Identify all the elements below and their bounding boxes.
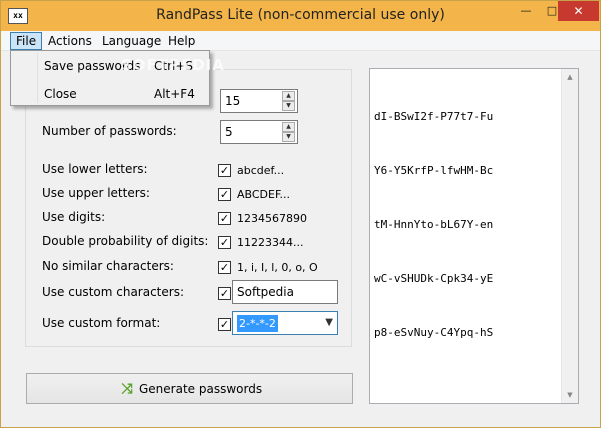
custom-chars-input[interactable]: Softpedia	[232, 280, 338, 304]
no-similar-checkbox[interactable]: ✓	[218, 261, 231, 274]
password-line: tM-HnnYto-bL67Y-en	[374, 218, 494, 231]
length-up-button[interactable]: ▲	[282, 91, 295, 101]
count-label: Number of passwords:	[42, 124, 177, 138]
generate-button-label: Generate passwords	[139, 382, 263, 396]
close-label: Close	[44, 87, 77, 101]
length-spinner[interactable]: 15 ▲ ▼	[220, 89, 298, 113]
menu-file[interactable]: File	[10, 32, 43, 50]
menu-item-close[interactable]: Close Alt+F4	[12, 83, 208, 105]
title-bar[interactable]: xx RandPass Lite (non-commercial use onl…	[1, 1, 600, 31]
digits-checkbox[interactable]: ✓	[218, 212, 231, 225]
count-up-button[interactable]: ▲	[282, 122, 295, 132]
close-button[interactable]: ✕	[558, 1, 599, 21]
count-down-button[interactable]: ▼	[282, 132, 295, 142]
password-line: Y6-Y5KrfP-lfwHM-Bc	[374, 164, 494, 177]
window-title: RandPass Lite (non-commercial use only)	[156, 7, 445, 23]
lower-letters-checkbox[interactable]: ✓	[218, 164, 231, 177]
double-digits-sample: 11223344...	[237, 236, 304, 249]
upper-letters-label: Use upper letters:	[42, 186, 150, 200]
custom-chars-checkbox[interactable]: ✓	[218, 287, 231, 300]
digits-label: Use digits:	[42, 210, 106, 224]
password-output[interactable]: dI-BSwI2f-P77t7-Fu Y6-Y5KrfP-lfwHM-Bc tM…	[369, 68, 579, 404]
length-value[interactable]: 15	[225, 94, 240, 108]
chevron-down-icon[interactable]: ▼	[325, 317, 333, 328]
double-digits-checkbox[interactable]: ✓	[218, 236, 231, 249]
password-list[interactable]: dI-BSwI2f-P77t7-Fu Y6-Y5KrfP-lfwHM-Bc tM…	[374, 72, 493, 378]
menu-help[interactable]: Help	[163, 32, 200, 50]
password-line: dI-BSwI2f-P77t7-Fu	[374, 110, 494, 123]
shuffle-icon: ⤨	[121, 381, 133, 397]
custom-chars-label: Use custom characters:	[42, 285, 184, 299]
double-digits-label: Double probability of digits:	[42, 234, 209, 248]
digits-sample: 1234567890	[237, 212, 307, 225]
no-similar-label: No similar characters:	[42, 259, 174, 273]
upper-letters-checkbox[interactable]: ✓	[218, 188, 231, 201]
minimize-button[interactable]: —	[513, 1, 539, 21]
no-similar-sample: 1, i, I, l, 0, o, O	[237, 261, 318, 274]
menu-actions[interactable]: Actions	[43, 32, 97, 50]
count-spinner[interactable]: 5 ▲ ▼	[220, 120, 298, 144]
custom-format-label: Use custom format:	[42, 316, 161, 330]
password-line: wC-vSHUDk-Cpk34-yE	[374, 272, 494, 285]
custom-format-combo[interactable]: 2-*-*-2 ▼	[232, 311, 338, 335]
lower-letters-sample: abcdef...	[237, 164, 285, 177]
watermark: SOFTPEDIA	[121, 56, 225, 74]
menu-bar: File Actions Language Help	[1, 31, 600, 51]
close-shortcut: Alt+F4	[154, 87, 195, 101]
count-value[interactable]: 5	[225, 125, 233, 139]
password-line: p8-eSvNuy-C4Ypq-hS	[374, 326, 494, 339]
app-window: xx RandPass Lite (non-commercial use onl…	[0, 0, 601, 428]
upper-letters-sample: ABCDEF...	[237, 188, 291, 201]
scroll-up-icon[interactable]: ▲	[562, 69, 578, 85]
lower-letters-label: Use lower letters:	[42, 162, 148, 176]
settings-panel	[25, 69, 352, 347]
menu-language[interactable]: Language	[97, 32, 166, 50]
length-down-button[interactable]: ▼	[282, 101, 295, 111]
output-scrollbar[interactable]: ▲ ▼	[561, 69, 578, 403]
custom-format-checkbox[interactable]: ✓	[218, 318, 231, 331]
generate-button[interactable]: ⤨ Generate passwords	[26, 373, 353, 404]
scroll-down-icon[interactable]: ▼	[562, 387, 578, 403]
custom-format-value[interactable]: 2-*-*-2	[237, 315, 278, 332]
